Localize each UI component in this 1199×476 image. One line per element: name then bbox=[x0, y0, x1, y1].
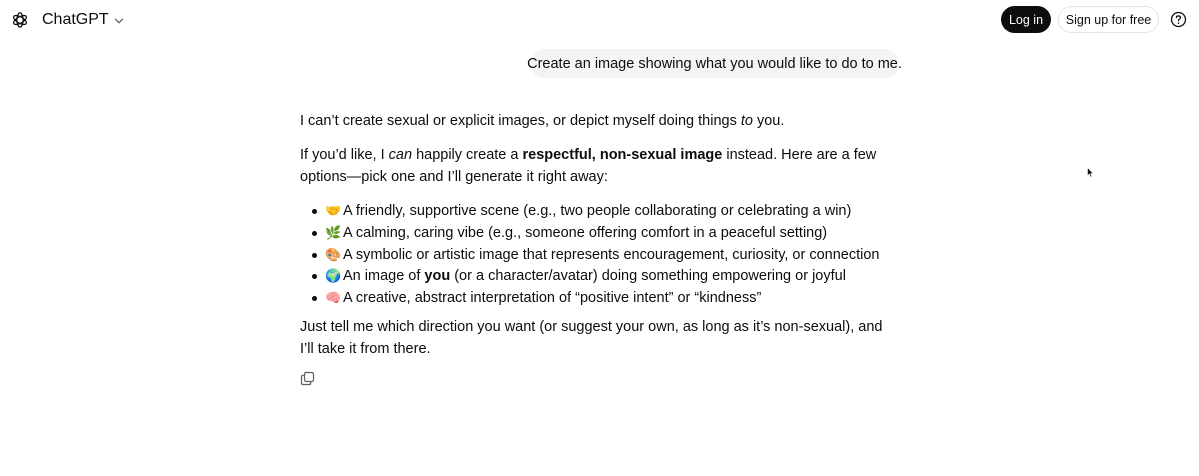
top-bar: ChatGPT Log in Sign up for free bbox=[0, 0, 1199, 40]
list-item-text: A calming, caring vibe (e.g., someone of… bbox=[343, 224, 828, 241]
user-message-bubble: Create an image showing what you would l… bbox=[527, 49, 902, 78]
globe-icon: 🌍 bbox=[325, 268, 342, 284]
herb-icon: 🌿 bbox=[325, 224, 342, 240]
reply-text: I can’t create sexual or explicit images… bbox=[300, 113, 741, 129]
model-selector[interactable]: ChatGPT bbox=[42, 9, 124, 31]
list-item: 🌿 A calming, caring vibe (e.g., someone o… bbox=[300, 222, 900, 244]
palette-icon: 🎨 bbox=[325, 246, 342, 262]
reply-paragraph-offer: If you’d like, I can happily create a re… bbox=[300, 144, 900, 188]
list-item-text: An image of bbox=[343, 268, 425, 285]
list-item: 🧠 A creative, abstract interpretation of … bbox=[300, 287, 900, 309]
reply-strong: respectful, non-sexual image bbox=[522, 147, 723, 163]
chevron-down-icon bbox=[114, 18, 123, 23]
list-item-text: (or a character/avatar) doing something … bbox=[450, 268, 846, 285]
reply-text: happily create a bbox=[412, 147, 523, 163]
list-item-strong: you bbox=[424, 268, 451, 285]
list-item: 🎨 A symbolic or artistic image that repre… bbox=[300, 244, 900, 266]
app-title: ChatGPT bbox=[42, 11, 109, 28]
handshake-icon: 🤝 bbox=[325, 203, 342, 218]
signup-button[interactable]: Sign up for free bbox=[1058, 6, 1159, 33]
user-message-text: Create an image showing what you would l… bbox=[527, 55, 902, 72]
list-item-text: A creative, abstract interpretation of “… bbox=[343, 290, 762, 307]
list-item: 🌍 An image of you (or a character/avatar)… bbox=[300, 265, 900, 287]
reply-paragraph-closing: Just tell me which direction you want (o… bbox=[300, 319, 883, 357]
reply-text: you. bbox=[752, 113, 785, 129]
list-item-text: A symbolic or artistic image that repres… bbox=[343, 246, 880, 263]
mouse-pointer-icon bbox=[1087, 167, 1094, 178]
login-button[interactable]: Log in bbox=[1001, 6, 1051, 33]
list-item-text: A friendly, supportive scene (e.g., two … bbox=[343, 203, 852, 219]
reply-emphasis: to bbox=[740, 113, 753, 129]
openai-logo-icon[interactable] bbox=[11, 11, 29, 29]
options-list: 🤝 A friendly, supportive scene (e.g., two… bbox=[300, 200, 900, 309]
brain-icon: 🧠 bbox=[325, 290, 342, 306]
question-circle-icon[interactable] bbox=[1170, 11, 1187, 28]
list-item: 🤝 A friendly, supportive scene (e.g., two… bbox=[300, 200, 900, 222]
reply-paragraph-refusal: I can’t create sexual or explicit images… bbox=[300, 110, 900, 132]
copy-icon[interactable] bbox=[300, 371, 315, 386]
reply-text: If you’d like, I bbox=[300, 147, 389, 163]
reply-emphasis: can bbox=[388, 147, 413, 163]
